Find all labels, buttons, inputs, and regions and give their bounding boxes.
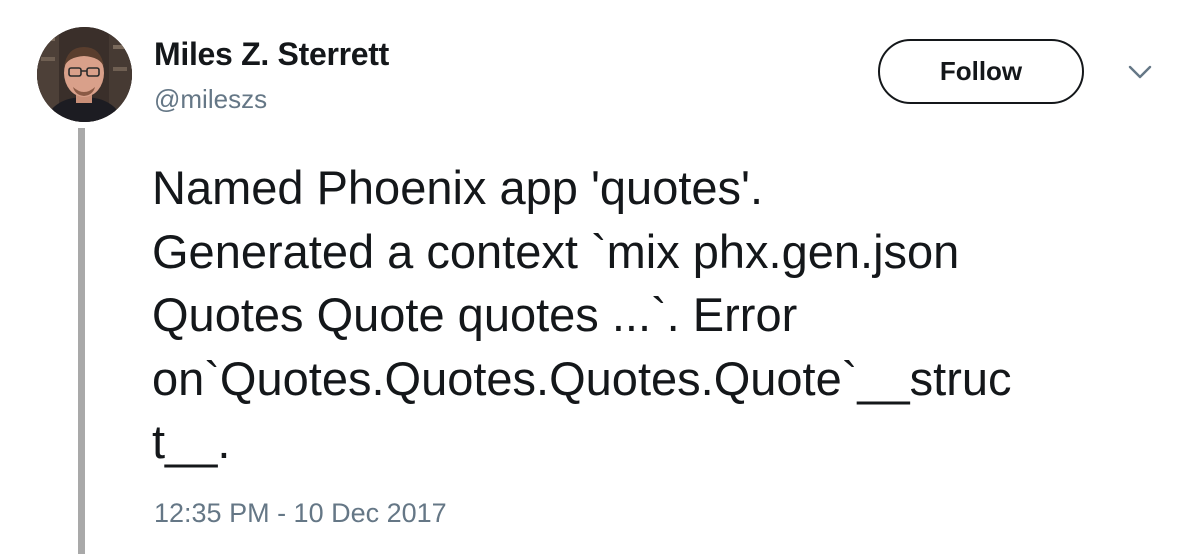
chevron-down-icon[interactable] — [1126, 63, 1154, 83]
display-name[interactable]: Miles Z. Sterrett — [154, 36, 389, 73]
username[interactable]: @mileszs — [154, 84, 267, 115]
tweet-card: Miles Z. Sterrett @mileszs Follow Named … — [0, 0, 1198, 554]
avatar[interactable] — [37, 27, 132, 122]
follow-button[interactable]: Follow — [878, 39, 1084, 104]
tweet-text: Named Phoenix app 'quotes'. Generated a … — [152, 156, 1162, 474]
timestamp-link[interactable]: 12:35 PM - 10 Dec 2017 — [154, 498, 447, 529]
tweet-text-line: t__. — [152, 415, 231, 468]
tweet-text-line: Quotes Quote quotes ...`. Error — [152, 288, 798, 341]
tweet-text-line: Named Phoenix app 'quotes'. — [152, 161, 764, 214]
user-avatar-photo-icon — [37, 27, 132, 122]
thread-line — [78, 128, 85, 554]
tweet-text-line: Generated a context `mix phx.gen.json — [152, 224, 960, 278]
tweet-text-line: on`Quotes.Quotes.Quotes.Quote`__struc — [152, 351, 1012, 405]
